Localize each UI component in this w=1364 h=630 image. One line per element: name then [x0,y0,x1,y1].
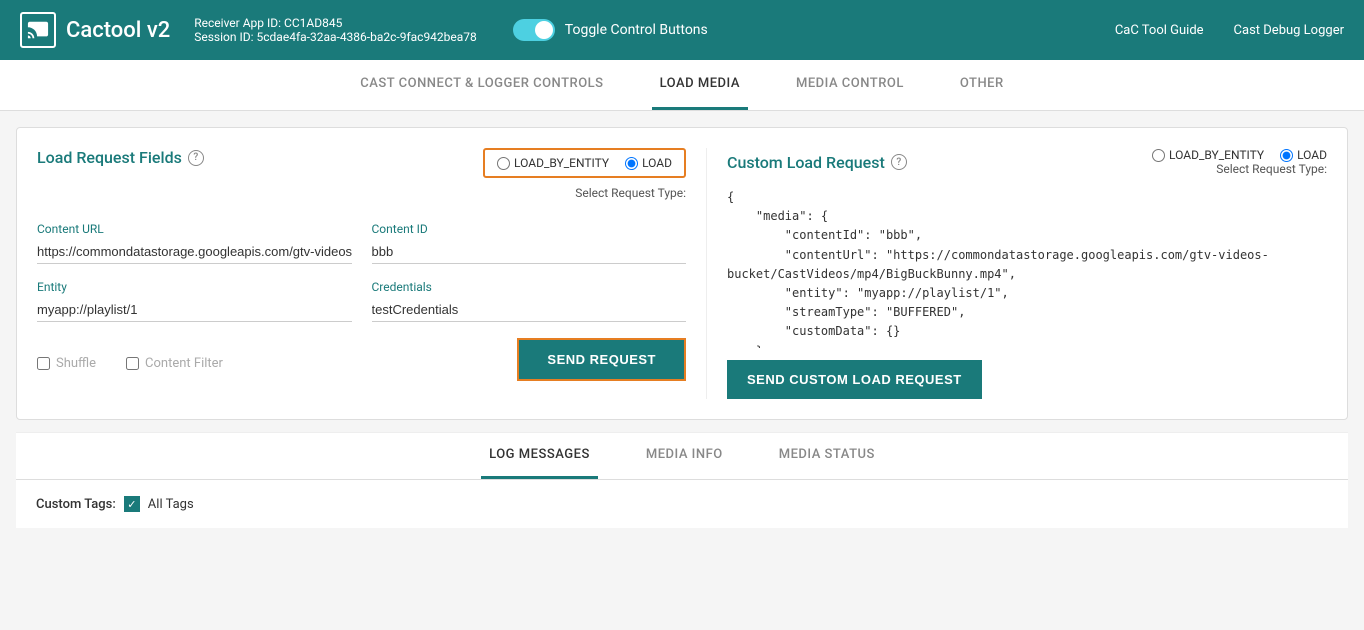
bottom-content: Custom Tags: All Tags [16,480,1348,528]
content-url-group: Content URL [37,222,352,264]
request-type-section: LOAD_BY_ENTITY LOAD Select Request Type: [483,148,686,200]
all-tags-checkbox[interactable] [124,496,140,512]
credentials-input[interactable] [372,298,687,322]
main-content: Load Request Fields ? LOAD_BY_ENTITY LOA… [0,111,1364,544]
app-title: Cactool v2 [66,18,170,43]
entity-input[interactable] [37,298,352,322]
custom-load-panel: Custom Load Request ? LOAD_BY_ENTITY LOA… [727,148,1327,399]
load-media-card: Load Request Fields ? LOAD_BY_ENTITY LOA… [16,127,1348,420]
load-radio[interactable]: LOAD [625,156,672,170]
custom-load-radio[interactable]: LOAD [1280,148,1327,162]
main-nav: CAST CONNECT & LOGGER CONTROLS LOAD MEDI… [0,60,1364,111]
cac-tool-guide-link[interactable]: CaC Tool Guide [1115,23,1204,38]
entity-group: Entity [37,280,352,322]
content-id-label: Content ID [372,222,687,236]
custom-load-by-entity-radio[interactable]: LOAD_BY_ENTITY [1152,148,1264,162]
checkbox-row: Shuffle Content Filter [37,356,223,371]
content-url-input[interactable] [37,240,352,264]
load-request-title: Load Request Fields ? [37,148,204,167]
bottom-section: LOG MESSAGES MEDIA INFO MEDIA STATUS Cus… [16,432,1348,528]
custom-tags-row: Custom Tags: All Tags [36,496,1328,512]
content-filter-checkbox[interactable]: Content Filter [126,356,223,371]
bottom-tabs: LOG MESSAGES MEDIA INFO MEDIA STATUS [16,433,1348,480]
credentials-group: Credentials [372,280,687,322]
custom-load-help-icon[interactable]: ? [891,154,907,170]
custom-tags-label: Custom Tags: [36,497,116,512]
entity-label: Entity [37,280,352,294]
custom-load-title: Custom Load Request ? [727,153,907,172]
content-id-group: Content ID [372,222,687,264]
form-row-1: Content URL Content ID [37,222,686,264]
content-id-input[interactable] [372,240,687,264]
all-tags-label: All Tags [148,497,194,512]
app-header: Cactool v2 Receiver App ID: CC1AD845 Ses… [0,0,1364,60]
custom-request-type-section: LOAD_BY_ENTITY LOAD Select Request Type: [1152,148,1327,176]
send-custom-load-request-button[interactable]: SEND CUSTOM LOAD REQUEST [727,360,982,399]
custom-load-json-textarea[interactable] [727,188,1327,348]
tab-media-control[interactable]: MEDIA CONTROL [788,60,912,110]
toggle-section: Toggle Control Buttons [513,19,708,41]
select-request-type-label: Select Request Type: [575,186,686,200]
tab-media-status[interactable]: MEDIA STATUS [771,433,883,479]
load-request-top-row: Load Request Fields ? LOAD_BY_ENTITY LOA… [37,148,686,212]
credentials-label: Credentials [372,280,687,294]
header-links: CaC Tool Guide Cast Debug Logger [1115,23,1344,38]
load-request-panel: Load Request Fields ? LOAD_BY_ENTITY LOA… [37,148,707,399]
tab-load-media[interactable]: LOAD MEDIA [652,60,748,110]
custom-select-request-type-label: Select Request Type: [1216,162,1327,176]
content-url-label: Content URL [37,222,352,236]
cast-debug-logger-link[interactable]: Cast Debug Logger [1234,23,1344,38]
tab-media-info[interactable]: MEDIA INFO [638,433,731,479]
send-request-button[interactable]: SEND REQUEST [517,338,686,381]
logo-section: Cactool v2 [20,12,170,48]
session-id: Session ID: 5cdae4fa-32aa-4386-ba2c-9fac… [194,30,477,44]
cast-icon [20,12,56,48]
custom-radio-group: LOAD_BY_ENTITY LOAD [1152,148,1327,162]
load-request-help-icon[interactable]: ? [188,150,204,166]
request-type-box: LOAD_BY_ENTITY LOAD [483,148,686,178]
shuffle-checkbox[interactable]: Shuffle [37,356,96,371]
receiver-app-id: Receiver App ID: CC1AD845 [194,16,477,30]
toggle-label: Toggle Control Buttons [565,22,708,38]
tab-other[interactable]: OTHER [952,60,1012,110]
form-row-2: Entity Credentials [37,280,686,322]
custom-load-header: Custom Load Request ? LOAD_BY_ENTITY LOA… [727,148,1327,176]
tab-log-messages[interactable]: LOG MESSAGES [481,433,598,479]
tab-cast-connect[interactable]: CAST CONNECT & LOGGER CONTROLS [352,60,611,110]
session-info: Receiver App ID: CC1AD845 Session ID: 5c… [194,16,477,44]
load-by-entity-radio[interactable]: LOAD_BY_ENTITY [497,156,609,170]
toggle-control-buttons[interactable] [513,19,555,41]
